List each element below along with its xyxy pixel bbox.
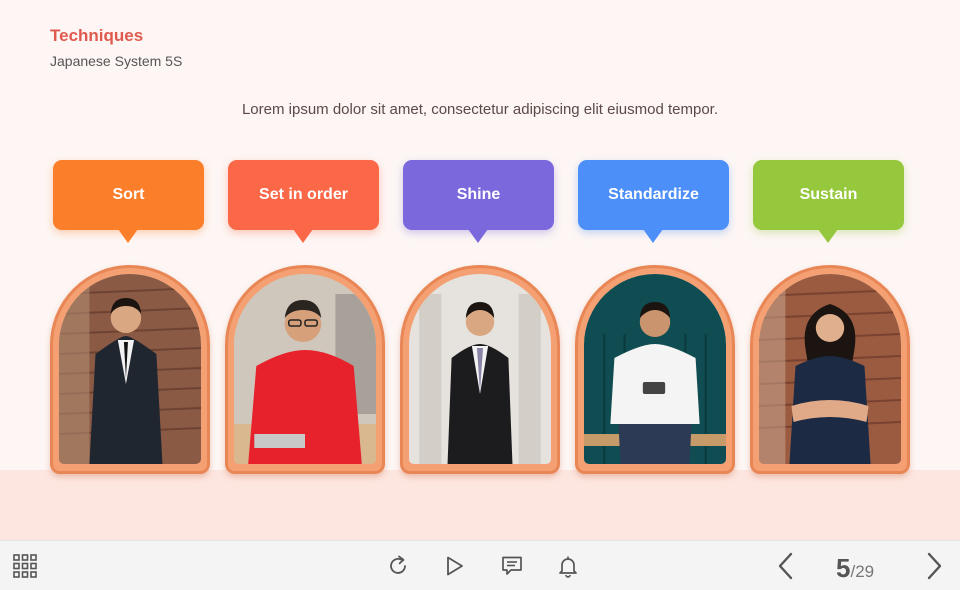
photo-frame — [750, 265, 910, 474]
page-indicator: 5/29 — [836, 553, 874, 584]
step-label: Sort — [112, 186, 145, 203]
step-label: Sustain — [799, 186, 858, 203]
step-bubble-set-in-order[interactable]: Set in order — [228, 160, 379, 243]
step-bubble-shine[interactable]: Shine — [403, 160, 554, 243]
floor-band — [0, 470, 960, 540]
replay-icon — [390, 555, 406, 574]
photo-frame — [225, 265, 385, 474]
page-current: 5 — [836, 553, 851, 583]
notifications-button[interactable] — [552, 541, 584, 590]
grid-menu-button[interactable] — [8, 541, 42, 590]
step-card-sort[interactable]: Sort — [50, 160, 210, 476]
page-total: /29 — [850, 562, 875, 581]
step-card-standardize[interactable]: Standardize — [575, 160, 735, 476]
person-photo — [584, 274, 726, 464]
step-card-shine[interactable]: Shine — [400, 160, 560, 476]
person-photo — [409, 274, 551, 464]
step-label: Set in order — [259, 186, 348, 203]
bell-icon — [559, 556, 577, 578]
play-button[interactable] — [438, 541, 470, 590]
person-photo — [59, 274, 201, 464]
step-bubble-standardize[interactable]: Standardize — [578, 160, 729, 243]
next-slide-button[interactable] — [920, 541, 948, 590]
slide: Techniques Japanese System 5S Lorem ipsu… — [0, 0, 960, 540]
photo-frame — [575, 265, 735, 474]
step-label: Standardize — [608, 186, 699, 203]
photo-frame — [400, 265, 560, 474]
step-card-sustain[interactable]: Sustain — [750, 160, 910, 476]
chevron-right-icon — [927, 552, 942, 580]
play-icon — [447, 556, 463, 576]
grid-menu-icon — [13, 554, 37, 578]
person-photo — [234, 274, 376, 464]
notes-button[interactable] — [496, 541, 528, 590]
person-photo — [759, 274, 901, 464]
intro-text: Lorem ipsum dolor sit amet, consectetur … — [241, 101, 719, 118]
player-navbar: 5/29 — [0, 540, 960, 590]
replay-button[interactable] — [382, 541, 414, 590]
step-bubble-sort[interactable]: Sort — [53, 160, 204, 243]
previous-slide-button[interactable] — [772, 541, 800, 590]
chevron-left-icon — [778, 552, 793, 580]
step-label: Shine — [456, 186, 501, 203]
slide-subtitle: Japanese System 5S — [50, 53, 183, 69]
notes-icon — [502, 556, 522, 575]
step-card-set-in-order[interactable]: Set in order — [225, 160, 385, 476]
step-bubble-sustain[interactable]: Sustain — [753, 160, 904, 243]
slide-title: Techniques — [50, 26, 144, 45]
photo-frame — [50, 265, 210, 474]
